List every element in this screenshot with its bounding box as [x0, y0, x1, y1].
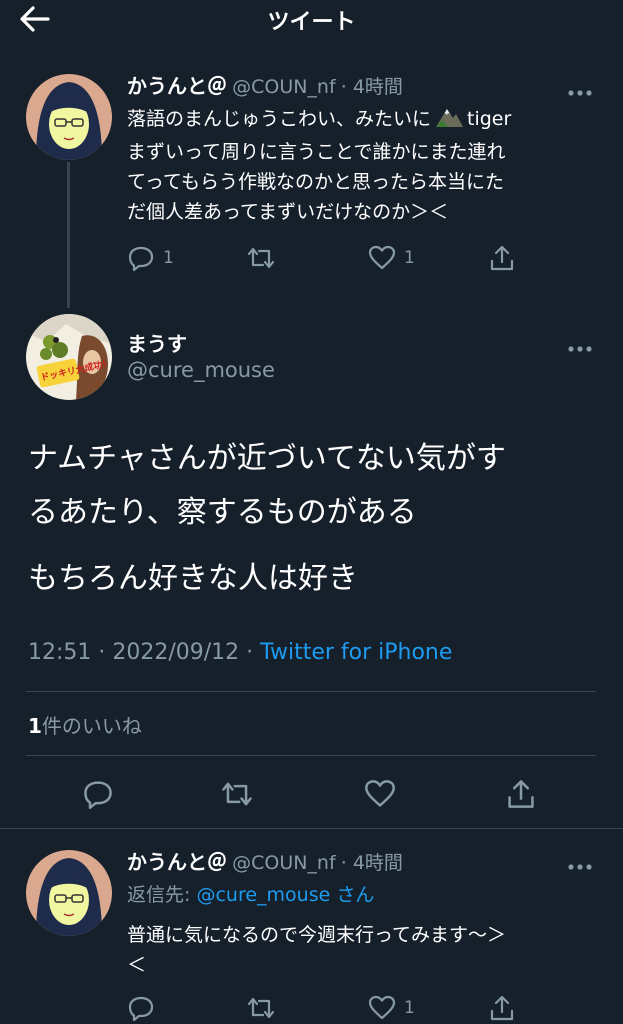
text-line: てってもらう作戦なのかと思ったら本当にた	[127, 171, 504, 193]
like-button[interactable]: 1	[368, 244, 415, 272]
divider	[26, 755, 596, 756]
more-options-icon[interactable]	[567, 82, 593, 96]
like-count: 1	[404, 998, 415, 1018]
more-options-icon[interactable]	[567, 338, 593, 352]
divider	[0, 828, 623, 829]
heart-icon	[368, 245, 396, 270]
thread-connector	[67, 162, 70, 308]
share-icon	[490, 245, 514, 271]
text-line: るあたり、察するものがある	[28, 495, 417, 530]
text-line: もちろん好きな人は好き	[28, 561, 358, 596]
like-button[interactable]: 1	[368, 994, 415, 1022]
heart-icon	[365, 780, 395, 807]
page-title: ツイート	[267, 10, 356, 35]
text-line: ＜	[127, 954, 147, 976]
text-line: 普通に気になるので今週末行ってみます～＞	[127, 924, 507, 946]
share-button[interactable]	[488, 994, 516, 1022]
avatar-coun[interactable]	[26, 850, 112, 936]
text-line: だ個人差あってまずいだけなのか＞＜	[127, 201, 449, 223]
reply-button[interactable]	[82, 778, 114, 810]
reply-suffix: さん	[330, 884, 375, 906]
parent-tweet-header: かうんと＠ @COUN_nf · 4時間	[127, 70, 403, 99]
handle[interactable]: @cure_mouse	[127, 358, 275, 382]
retweet-icon	[247, 997, 275, 1019]
reply-button[interactable]: 1	[127, 244, 174, 272]
text-line: 落語のまんじゅうこわい、みたいに	[127, 108, 432, 130]
avatar-coun[interactable]	[26, 74, 112, 160]
display-name[interactable]: かうんと＠	[127, 850, 227, 874]
reply-icon	[128, 996, 154, 1022]
share-icon	[490, 995, 514, 1021]
text-line: まずいって周りに言うことで誰かにまた連れ	[127, 141, 506, 163]
likes-summary[interactable]: 1件のいいね	[28, 710, 142, 739]
handle[interactable]: @COUN_nf	[232, 76, 336, 98]
like-button[interactable]	[364, 778, 396, 810]
mountain-emoji-icon	[434, 106, 464, 137]
tweet-timestamp: 12:51 · 2022/09/12 ·	[28, 640, 261, 665]
reply-tweet-text: 普通に気になるので今週末行ってみます～＞ ＜	[127, 920, 607, 980]
tweet-source-link[interactable]: Twitter for iPhone	[260, 640, 452, 665]
avatar-mouse[interactable]: ドッキリ大成功!	[26, 314, 112, 400]
text-line: ナムチャさんが近づいてない気がす	[28, 441, 506, 476]
share-button[interactable]	[488, 244, 516, 272]
retweet-button[interactable]	[220, 778, 254, 810]
timestamp: · 4時間	[340, 852, 403, 874]
retweet-button[interactable]	[246, 994, 276, 1022]
divider	[26, 691, 596, 692]
heart-icon	[368, 995, 396, 1020]
reply-tweet-header: かうんと＠ @COUN_nf · 4時間	[127, 846, 403, 875]
parent-tweet-actions: 1 1	[0, 244, 623, 274]
retweet-icon	[222, 782, 252, 806]
replying-to: 返信先: @cure_mouse さん	[127, 880, 374, 907]
reply-count: 1	[163, 248, 174, 268]
parent-tweet-text: 落語のまんじゅうこわい、みたいに tiger まずいって周りに言うことで誰かにまた…	[127, 104, 607, 227]
reply-icon	[84, 781, 112, 809]
likes-label: 件のいいね	[41, 714, 142, 738]
reply-prefix: 返信先:	[127, 884, 197, 906]
share-button[interactable]	[505, 778, 537, 810]
tweet-meta: 12:51 · 2022/09/12 · Twitter for iPhone	[28, 640, 452, 665]
main-tweet-text: ナムチャさんが近づいてない気がす るあたり、察するものがある もちろん好きな人は…	[28, 432, 598, 606]
display-name[interactable]: かうんと＠	[127, 74, 227, 98]
like-count: 1	[404, 248, 415, 268]
retweet-icon	[247, 247, 275, 269]
more-options-icon[interactable]	[567, 856, 593, 870]
timestamp: · 4時間	[340, 76, 403, 98]
main-tweet-actions	[0, 778, 623, 812]
display-name[interactable]: まうす	[127, 328, 187, 357]
likes-number: 1	[28, 714, 42, 738]
retweet-button[interactable]	[246, 244, 276, 272]
handle[interactable]: @COUN_nf	[232, 852, 336, 874]
top-bar: ツイート	[0, 0, 623, 40]
reply-to-link[interactable]: @cure_mouse	[196, 884, 330, 906]
tiger-word: tiger	[467, 108, 512, 130]
reply-icon	[128, 246, 154, 272]
share-icon	[508, 780, 534, 808]
reply-button[interactable]	[127, 994, 155, 1022]
reply-tweet-actions: 1	[0, 994, 623, 1024]
